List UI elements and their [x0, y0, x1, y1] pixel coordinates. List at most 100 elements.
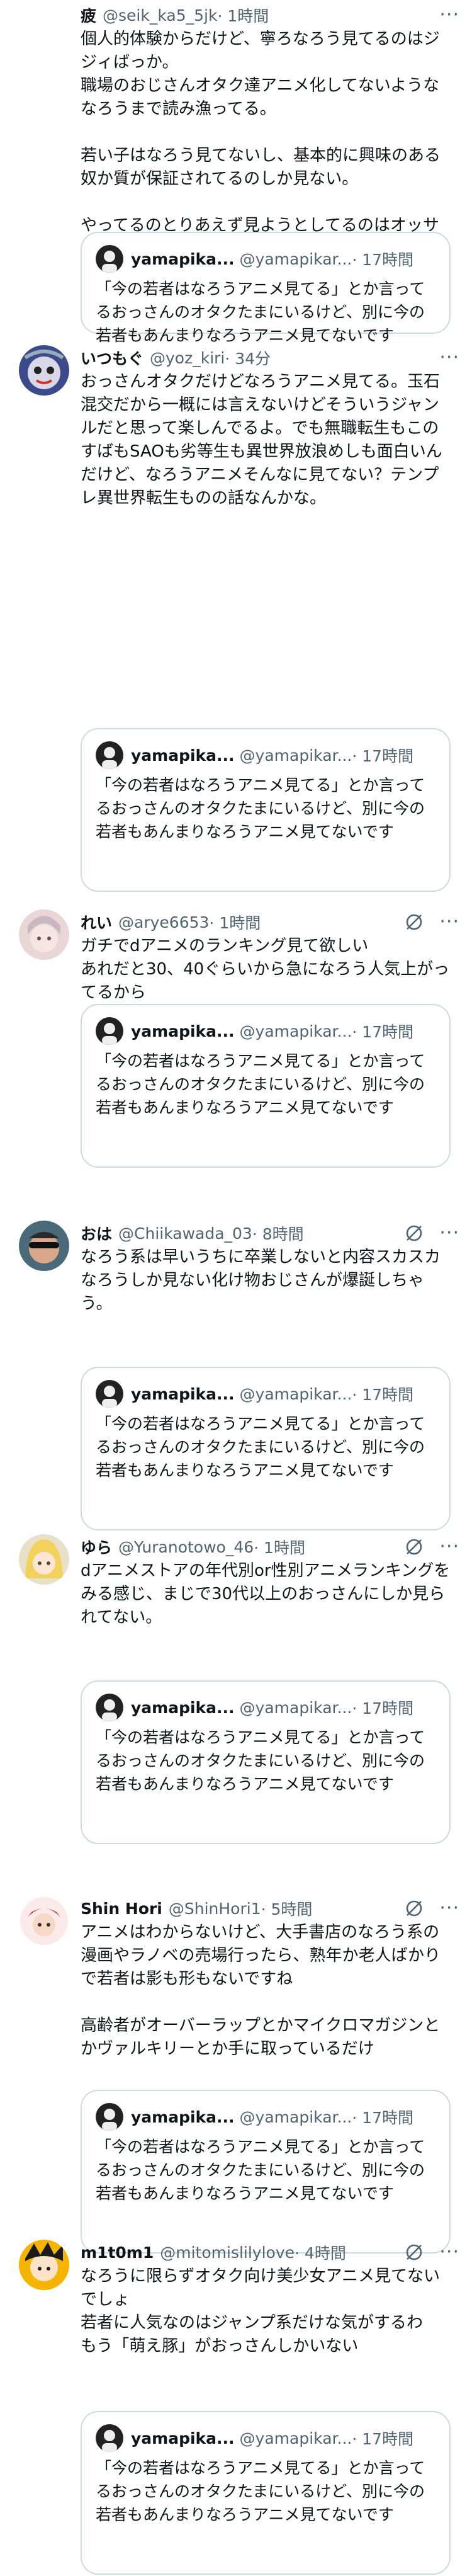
quoted-header: yamapika... @yamapikar... · 17時間 — [96, 244, 413, 273]
quoted-time: · 17時間 — [352, 2109, 414, 2127]
post-4[interactable]: おは @Chiikawada_03 · 8時間 ··· なろう系は早いうちに卒業… — [0, 1221, 472, 1530]
grok-icon[interactable] — [404, 2242, 424, 2262]
quoted-post[interactable]: yamapika... @yamapikar... · 17時間 「今の若者はな… — [81, 2090, 451, 2254]
quoted-avatar — [96, 1694, 123, 1721]
post-actions: ··· — [404, 909, 459, 935]
quoted-avatar — [96, 2103, 123, 2131]
post-text: なろう系は早いうちに卒業しないと内容スカスカなろうしか見ない化け物おじさんが爆誕… — [81, 1248, 441, 1313]
author-name[interactable]: おは — [81, 1222, 112, 1245]
quoted-avatar — [96, 2424, 123, 2452]
quoted-post[interactable]: yamapika... @yamapikar... · 17時間 「今の若者はな… — [81, 232, 451, 345]
quoted-author-handle: @yamapikar... — [239, 249, 352, 268]
author-handle[interactable]: @yoz_kiri — [150, 349, 225, 367]
avatar[interactable] — [19, 1534, 69, 1585]
grok-icon[interactable] — [404, 1898, 424, 1918]
post-time[interactable]: · 1時間 — [209, 911, 261, 933]
avatar[interactable] — [19, 909, 69, 960]
quoted-time: · 17時間 — [352, 747, 414, 765]
quoted-header: yamapika... @yamapikar... · 17時間 — [96, 1693, 413, 1722]
post-2[interactable]: いつもぐ @yoz_kiri · 34分 ··· おっさんオタクだけどなろうアニ… — [0, 345, 472, 899]
author-handle[interactable]: @arye6653 — [118, 913, 209, 932]
author-handle[interactable]: @seik_ka5_5jk — [103, 6, 217, 25]
post-7[interactable]: m1t0m1 @mitomislilylove · 4時間 ··· なろうに限ら… — [0, 2240, 472, 2576]
avatar[interactable] — [19, 345, 69, 396]
quoted-post[interactable]: yamapika... @yamapikar... · 17時間 「今の若者はな… — [81, 1367, 451, 1530]
post-text: なろうに限らずオタク向け美少女アニメ見てないでしょ 若者に人気なのはジャンプ系だ… — [81, 2267, 440, 2356]
quoted-header: yamapika... @yamapikar... · 17時間 — [96, 2102, 413, 2131]
avatar[interactable] — [19, 1221, 69, 1271]
quoted-post[interactable]: yamapika... @yamapikar... · 17時間 「今の若者はな… — [81, 728, 451, 892]
post-time[interactable]: · 34分 — [225, 346, 271, 369]
post-header: れい @arye6653 · 1時間 — [81, 909, 261, 935]
quoted-avatar — [96, 741, 123, 769]
author-handle[interactable]: @mitomislilylove — [160, 2243, 295, 2262]
author-handle[interactable]: @ShinHori1 — [169, 1900, 261, 1918]
post-time[interactable]: · 1時間 — [254, 1536, 305, 1558]
post-actions: ··· — [404, 1896, 459, 1921]
quoted-author-handle: @yamapikar... — [239, 2107, 352, 2126]
post-actions: ··· — [404, 1221, 459, 1246]
post-actions: ··· — [404, 2240, 459, 2265]
quoted-time: · 17時間 — [352, 1386, 414, 1404]
post-header: Shin Hori @ShinHori1 · 5時間 — [81, 1896, 312, 1921]
post-3[interactable]: れい @arye6653 · 1時間 ··· ガチでdアニメのランキング見て欲し… — [0, 909, 472, 1174]
quoted-time: · 17時間 — [352, 1023, 414, 1041]
quoted-post[interactable]: yamapika... @yamapikar... · 17時間 「今の若者はな… — [81, 1004, 451, 1168]
avatar[interactable] — [19, 2240, 69, 2290]
author-name[interactable]: 疲 — [81, 4, 96, 26]
quoted-post[interactable]: yamapika... @yamapikar... · 17時間 「今の若者はな… — [81, 2411, 451, 2575]
post-5[interactable]: ゆら @Yuranotowo_46 · 1時間 ··· dアニメストアの年代別o… — [0, 1534, 472, 1849]
more-options-icon[interactable]: ··· — [439, 1224, 459, 1243]
grok-icon[interactable] — [404, 1537, 424, 1557]
post-text: dアニメストアの年代別or性別アニメランキングをみる感じ、まじで30代以上のおっ… — [81, 1561, 451, 1627]
post-header: m1t0m1 @mitomislilylove · 4時間 — [81, 2240, 346, 2265]
quoted-header: yamapika... @yamapikar... · 17時間 — [96, 2424, 413, 2453]
quoted-header: yamapika... @yamapikar... · 17時間 — [96, 1379, 413, 1408]
author-handle[interactable]: @Yuranotowo_46 — [118, 1538, 254, 1556]
grok-icon[interactable] — [404, 1223, 424, 1243]
quoted-time: · 17時間 — [352, 2430, 414, 2448]
quoted-text: 「今の若者はなろうアニメ見てる」とか言ってるおっさんのオタクたまにいるけど、別に… — [96, 2459, 425, 2524]
post-1[interactable]: 疲 @seik_ka5_5jk · 1時間 ··· 個人的体験からだけど、寧ろな… — [0, 0, 472, 345]
more-options-icon[interactable]: ··· — [439, 6, 459, 25]
post-actions: ··· — [439, 3, 459, 28]
avatar[interactable] — [19, 1896, 69, 1946]
author-name[interactable]: ゆら — [81, 1536, 112, 1558]
author-name[interactable]: m1t0m1 — [81, 2243, 154, 2262]
quoted-author-name: yamapika... — [131, 2107, 235, 2126]
post-time[interactable]: · 1時間 — [217, 4, 269, 26]
more-options-icon[interactable]: ··· — [439, 1899, 459, 1918]
post-header: いつもぐ @yoz_kiri · 34分 — [81, 345, 271, 370]
quoted-time: · 17時間 — [352, 1699, 414, 1718]
quoted-author-handle: @yamapikar... — [239, 1384, 352, 1403]
more-options-icon[interactable]: ··· — [439, 348, 459, 367]
quoted-header: yamapika... @yamapikar... · 17時間 — [96, 741, 413, 770]
post-header: おは @Chiikawada_03 · 8時間 — [81, 1221, 304, 1246]
post-header: 疲 @seik_ka5_5jk · 1時間 — [81, 3, 269, 28]
grok-icon[interactable] — [404, 912, 424, 932]
post-header: ゆら @Yuranotowo_46 · 1時間 — [81, 1534, 305, 1559]
quoted-avatar — [96, 245, 123, 273]
quoted-avatar — [96, 1380, 123, 1408]
quoted-author-name: yamapika... — [131, 249, 235, 268]
quoted-author-handle: @yamapikar... — [239, 1022, 352, 1040]
more-options-icon[interactable]: ··· — [439, 1537, 459, 1556]
author-name[interactable]: いつもぐ — [81, 346, 143, 369]
quoted-text: 「今の若者はなろうアニメ見てる」とか言ってるおっさんのオタクたまにいるけど、別に… — [96, 1415, 425, 1479]
more-options-icon[interactable]: ··· — [439, 2243, 459, 2262]
author-handle[interactable]: @Chiikawada_03 — [118, 1224, 252, 1243]
quoted-text: 「今の若者はなろうアニメ見てる」とか言ってるおっさんのオタクたまにいるけど、別に… — [96, 776, 425, 841]
author-name[interactable]: れい — [81, 911, 112, 933]
quoted-author-name: yamapika... — [131, 1384, 235, 1403]
post-time[interactable]: · 8時間 — [252, 1222, 304, 1245]
quoted-time: · 17時間 — [352, 251, 414, 269]
post-6[interactable]: Shin Hori @ShinHori1 · 5時間 ··· アニメはわからない… — [0, 1896, 472, 2254]
quoted-text: 「今の若者はなろうアニメ見てる」とか言ってるおっさんのオタクたまにいるけど、別に… — [96, 1728, 425, 1793]
more-options-icon[interactable]: ··· — [439, 913, 459, 932]
post-text: 個人的体験からだけど、寧ろなろう見てるのはジジィばっか。 職場のおじさんオタク達… — [81, 30, 441, 258]
author-name[interactable]: Shin Hori — [81, 1900, 162, 1918]
quoted-post[interactable]: yamapika... @yamapikar... · 17時間 「今の若者はな… — [81, 1680, 451, 1844]
post-time[interactable]: · 5時間 — [261, 1897, 313, 1920]
post-time[interactable]: · 4時間 — [295, 2241, 346, 2264]
quoted-author-handle: @yamapikar... — [239, 1698, 352, 1717]
